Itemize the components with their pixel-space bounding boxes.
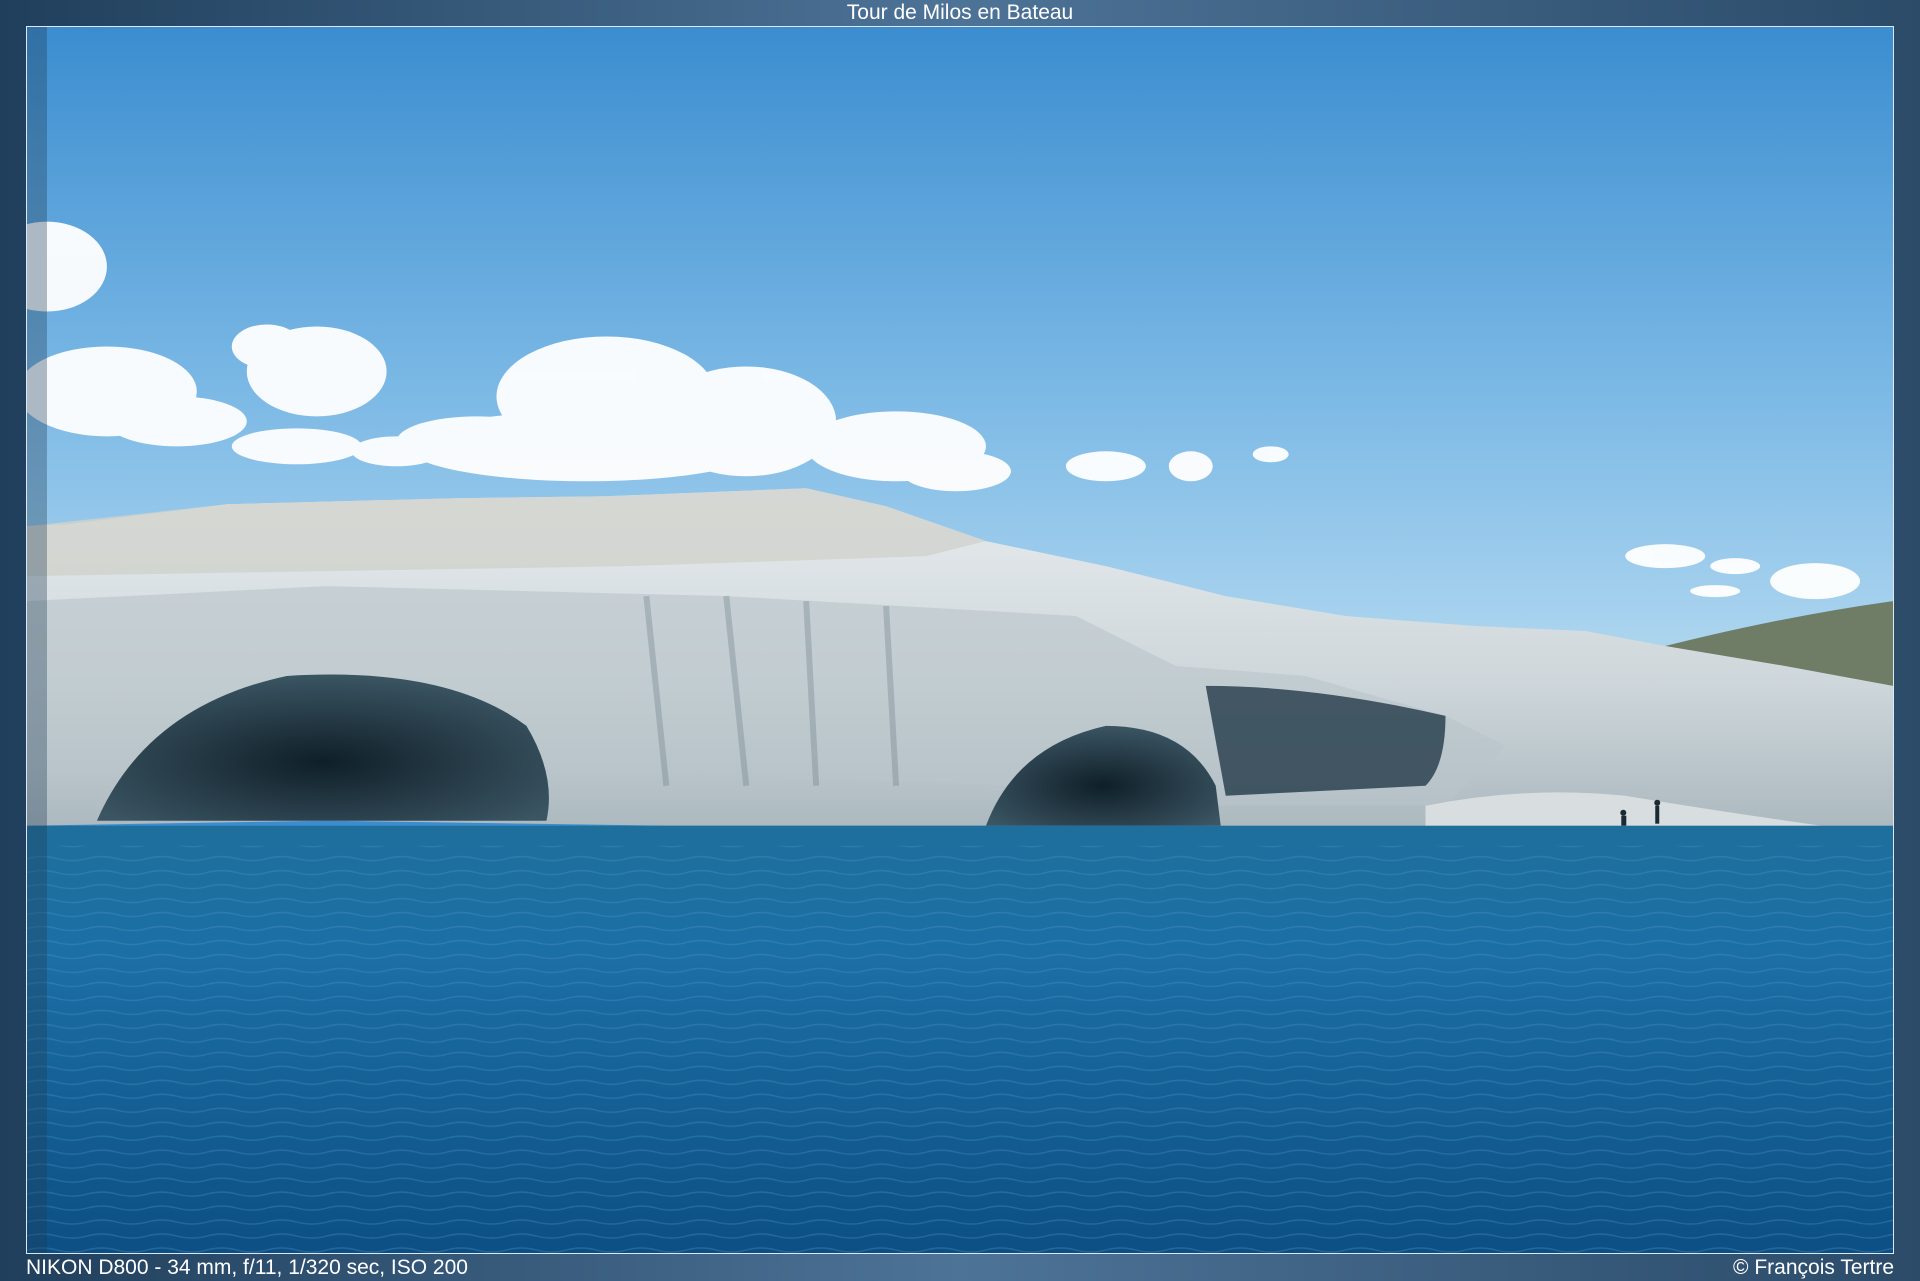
seascape-photo <box>27 27 1893 1253</box>
sea-waves <box>27 845 1893 1253</box>
exif-caption: NIKON D800 - 34 mm, f/11, 1/320 sec, ISO… <box>26 1256 468 1279</box>
viewer-frame: Tour de Milos en Bateau NIKON D800 - 34 … <box>0 0 1920 1281</box>
photo-title: Tour de Milos en Bateau <box>846 1 1074 24</box>
copyright-caption: © François Tertre <box>1733 1256 1894 1279</box>
photo <box>26 26 1894 1254</box>
